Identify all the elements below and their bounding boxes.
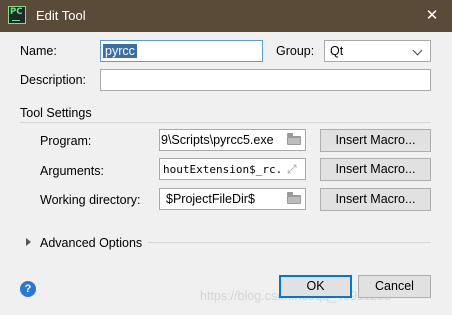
advanced-divider [148, 242, 431, 243]
tool-settings-title: Tool Settings [20, 106, 92, 120]
arguments-field[interactable]: houtExtension$_rc.py ⤢ [159, 158, 306, 180]
expand-field-icon: ⤢ [287, 162, 297, 176]
group-select-value: Qt [330, 44, 344, 58]
description-input[interactable] [100, 69, 431, 91]
folder-icon [287, 133, 301, 145]
group-select[interactable]: Qt [324, 40, 431, 62]
workdir-field[interactable]: $ProjectFileDir$ [159, 188, 306, 210]
browse-workdir-button[interactable] [283, 189, 305, 209]
insert-macro-program-button[interactable]: Insert Macro... [320, 129, 431, 152]
workdir-field-value: $ProjectFileDir$ [166, 192, 255, 206]
description-label: Description: [20, 73, 86, 87]
browse-program-button[interactable] [283, 130, 305, 150]
name-input-value: pyrcc [103, 44, 137, 58]
name-input[interactable]: pyrcc [100, 40, 263, 62]
chevron-down-icon [412, 45, 423, 56]
arguments-label: Arguments: [40, 164, 104, 178]
pycharm-logo-icon: PC [8, 6, 26, 24]
insert-macro-arguments-button[interactable]: Insert Macro... [320, 158, 431, 181]
section-divider [20, 122, 431, 123]
program-field[interactable]: 9\Scripts\pyrcc5.exe [159, 129, 306, 151]
window-title: Edit Tool [36, 8, 86, 23]
advanced-options-toggle[interactable]: Advanced Options [40, 236, 142, 250]
close-button[interactable]: ✕ [412, 0, 452, 32]
ok-button[interactable]: OK [279, 275, 352, 298]
name-label: Name: [20, 44, 57, 58]
insert-macro-workdir-button[interactable]: Insert Macro... [320, 188, 431, 211]
app-icon-text: PC [10, 7, 23, 17]
folder-icon [287, 192, 301, 204]
cancel-button[interactable]: Cancel [358, 275, 431, 298]
expand-arguments-button[interactable]: ⤢ [283, 159, 305, 179]
arguments-field-value: houtExtension$_rc.py [163, 163, 296, 176]
program-label: Program: [40, 134, 92, 148]
group-label: Group: [276, 44, 315, 58]
program-field-value: 9\Scripts\pyrcc5.exe [161, 133, 274, 147]
workdir-label: Working directory: [40, 193, 141, 207]
title-bar: PC Edit Tool ✕ [0, 0, 452, 32]
disclosure-triangle-icon[interactable] [26, 238, 31, 246]
help-icon[interactable]: ? [20, 281, 36, 297]
